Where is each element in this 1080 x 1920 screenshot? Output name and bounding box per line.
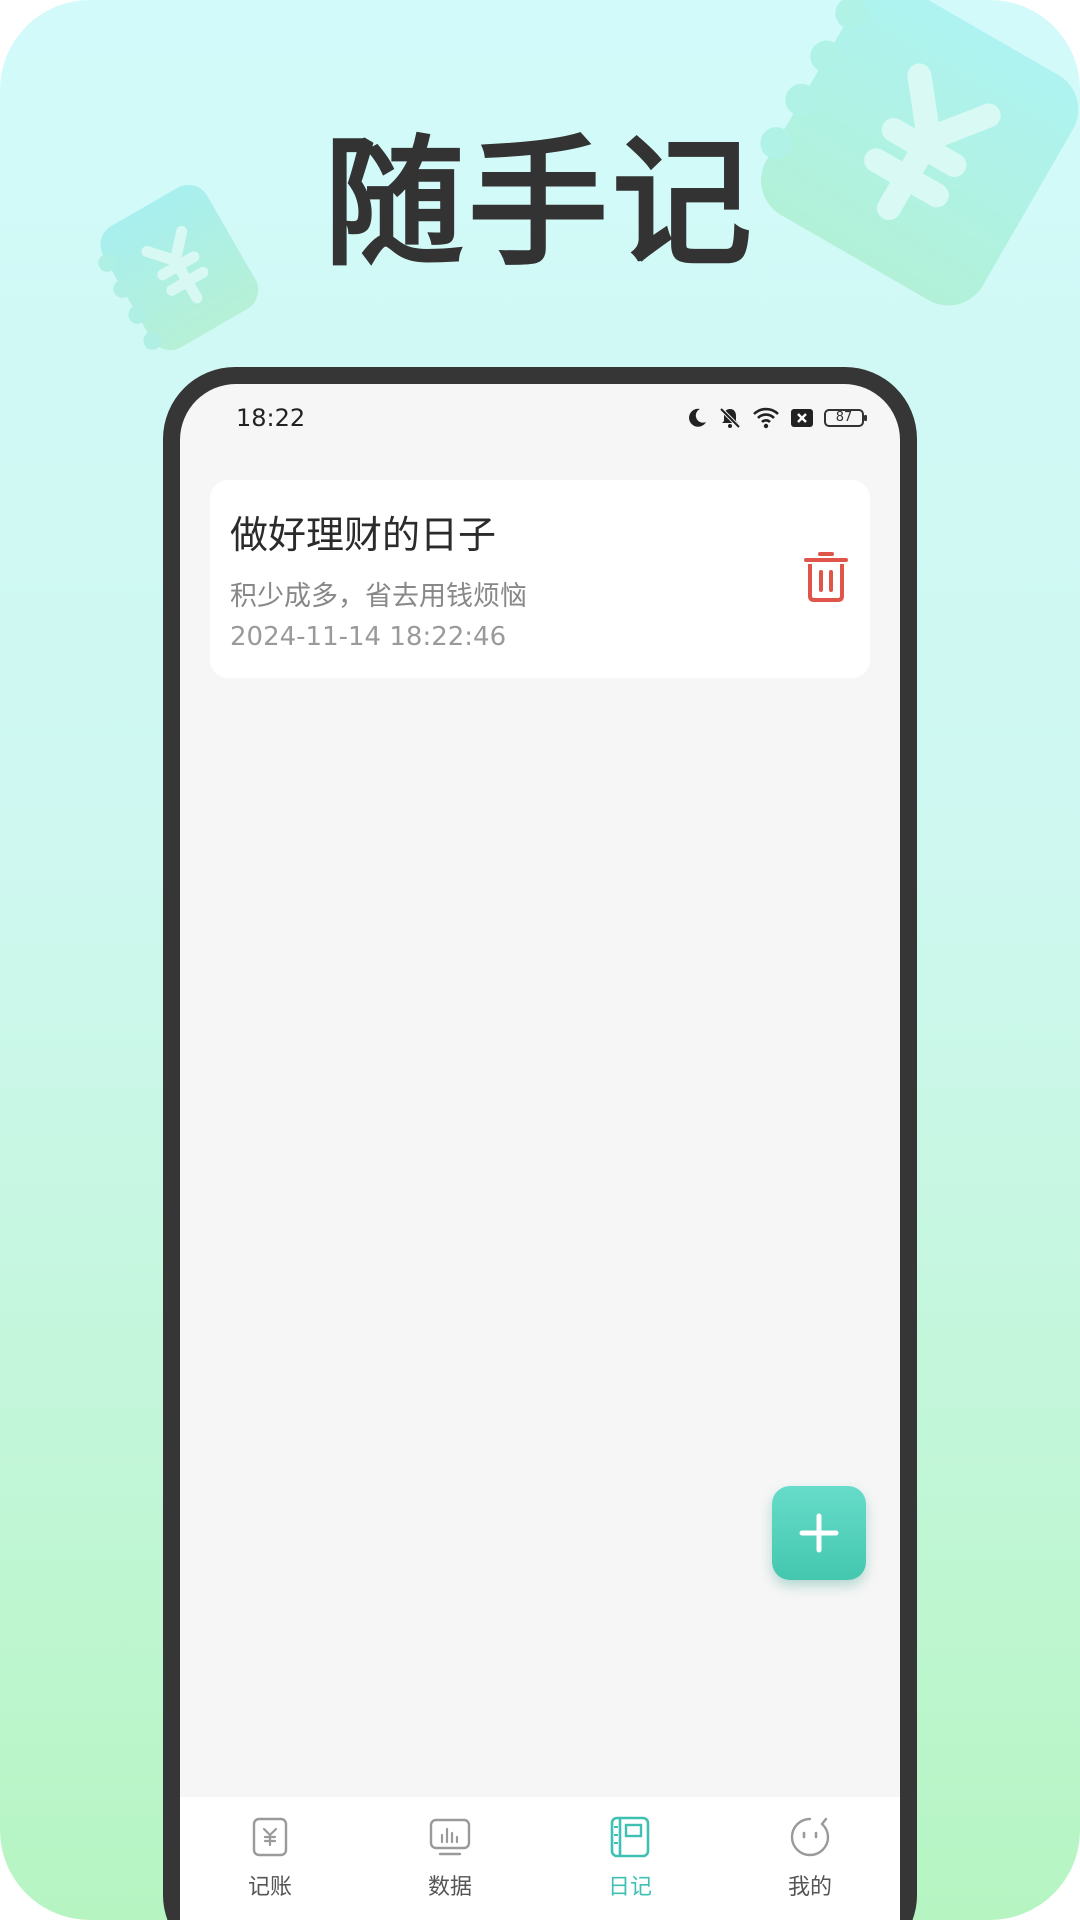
profile-icon bbox=[790, 1817, 830, 1857]
tab-label: 数据 bbox=[427, 1875, 472, 1900]
bell-mute-icon bbox=[719, 407, 741, 429]
diary-icon bbox=[610, 1816, 650, 1858]
ledger-icon bbox=[252, 1817, 288, 1857]
tab-label: 日记 bbox=[607, 1875, 652, 1900]
tab-data[interactable]: 数据 bbox=[360, 1797, 540, 1917]
status-bar: 18:22 87 bbox=[180, 384, 900, 450]
tab-label: 记账 bbox=[247, 1875, 292, 1900]
note-content: 积少成多，省去用钱烦恼 bbox=[230, 581, 527, 612]
note-timestamp: 2024-11-14 18:22:46 bbox=[230, 622, 507, 652]
tab-label: 我的 bbox=[787, 1875, 832, 1900]
status-time: 18:22 bbox=[236, 404, 306, 432]
no-sim-icon bbox=[791, 409, 813, 427]
chart-icon bbox=[429, 1818, 471, 1856]
moon-icon bbox=[689, 408, 706, 427]
promo-poster: 随手记 18:22 87 做好理财的日子 积少成多，省去用钱烦恼 2024-11… bbox=[0, 0, 1080, 1920]
tab-ledger[interactable]: 记账 bbox=[180, 1797, 360, 1917]
poster-headline: 随手记 bbox=[323, 123, 756, 286]
phone-frame: 18:22 87 做好理财的日子 积少成多，省去用钱烦恼 2024-11-14 … bbox=[163, 367, 917, 1920]
plus-icon bbox=[799, 1513, 839, 1553]
battery-indicator: 87 bbox=[824, 409, 867, 427]
tab-diary[interactable]: 日记 bbox=[540, 1797, 720, 1917]
wifi-icon bbox=[753, 407, 779, 429]
bottom-tab-bar: 记账 数据 日记 我的 bbox=[180, 1797, 900, 1920]
status-icons: 87 bbox=[686, 406, 867, 430]
app-screen: 18:22 87 做好理财的日子 积少成多，省去用钱烦恼 2024-11-14 … bbox=[180, 384, 900, 1920]
add-note-button[interactable] bbox=[772, 1486, 866, 1580]
delete-note-button[interactable] bbox=[802, 550, 850, 604]
tab-profile[interactable]: 我的 bbox=[720, 1797, 900, 1917]
note-card[interactable]: 做好理财的日子 积少成多，省去用钱烦恼 2024-11-14 18:22:46 bbox=[210, 480, 870, 678]
note-title: 做好理财的日子 bbox=[230, 513, 497, 557]
trash-icon bbox=[804, 552, 848, 602]
